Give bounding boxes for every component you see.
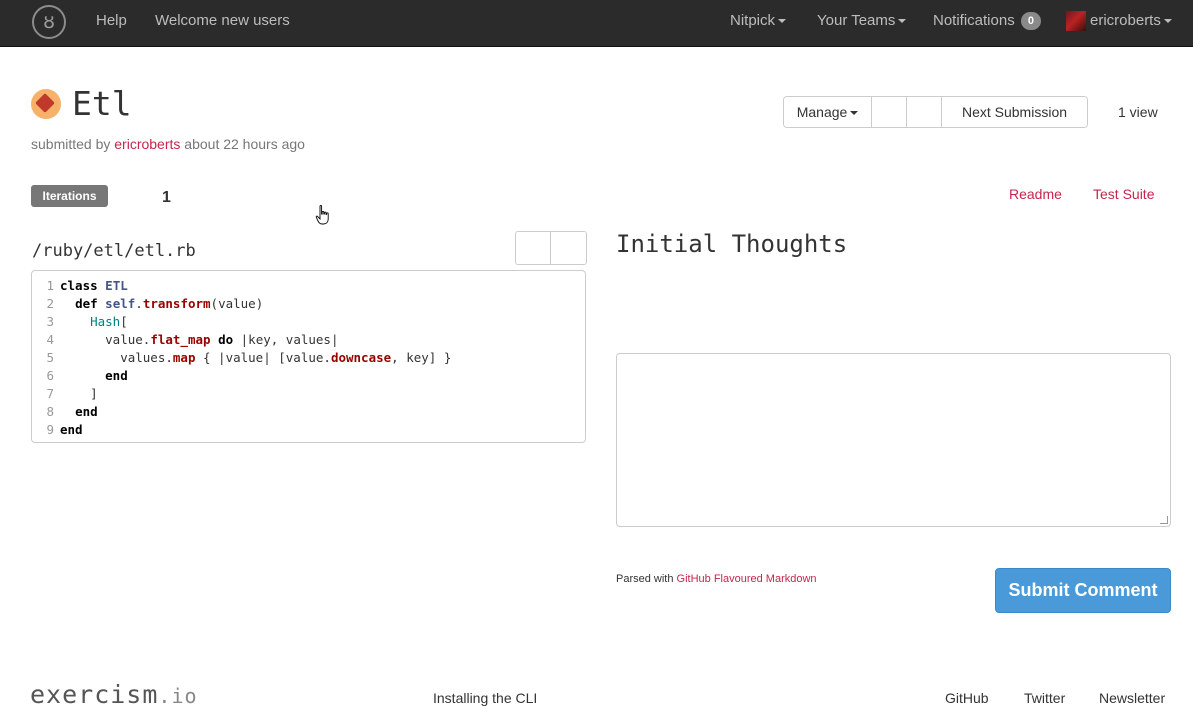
- chevron-down-icon: [898, 19, 907, 24]
- footer-newsletter-link[interactable]: Newsletter: [1099, 690, 1165, 706]
- nav-welcome-link[interactable]: Welcome new users: [155, 12, 290, 29]
- manage-label: Manage: [796, 104, 848, 120]
- page-title: Etl: [72, 84, 132, 123]
- iteration-1-link[interactable]: 1: [162, 189, 171, 207]
- nav-username: ericroberts: [1090, 12, 1161, 29]
- submitted-by-prefix: submitted by: [31, 136, 111, 152]
- mute-button[interactable]: [907, 97, 942, 127]
- installing-cli-link[interactable]: Installing the CLI: [433, 690, 537, 706]
- code-line-6: 6 end: [46, 368, 128, 383]
- footer-logo-suffix: .io: [158, 684, 198, 708]
- code-line-8: 8 end: [46, 404, 98, 419]
- file-path: /ruby/etl/etl.rb: [32, 241, 196, 261]
- nav-help-link[interactable]: Help: [96, 12, 127, 29]
- code-line-7: 7 ]: [46, 386, 98, 401]
- hand-pointer-icon: [315, 205, 329, 225]
- avatar[interactable]: [1066, 11, 1086, 31]
- manage-button[interactable]: Manage: [784, 97, 872, 127]
- like-button[interactable]: [872, 97, 907, 127]
- markdown-link[interactable]: GitHub Flavoured Markdown: [677, 573, 817, 585]
- test-suite-link[interactable]: Test Suite: [1093, 186, 1154, 202]
- author-link[interactable]: ericroberts: [114, 136, 180, 152]
- notifications-count-badge: 0: [1020, 12, 1041, 30]
- code-view-buttons: [515, 231, 587, 265]
- initial-thoughts-heading: Initial Thoughts: [616, 230, 848, 258]
- code-view-button-1[interactable]: [516, 232, 551, 264]
- nav-nitpick-label: Nitpick: [730, 12, 776, 29]
- code-line-4: 4 value.flat_map do |key, values|: [46, 332, 339, 347]
- code-line-3: 3 Hash[: [46, 314, 128, 329]
- footer-logo-main: exercism: [30, 680, 159, 708]
- resize-handle-icon[interactable]: [1160, 516, 1168, 524]
- chevron-down-icon: [850, 111, 859, 116]
- code-line-9: 9 end: [46, 422, 83, 437]
- ruby-language-icon: [31, 89, 61, 119]
- code-block: 1 class ETL 2 def self.transform(value) 3…: [31, 270, 586, 443]
- next-submission-button[interactable]: Next Submission: [942, 97, 1087, 127]
- comment-textarea[interactable]: [616, 353, 1171, 527]
- code-line-5: 5 values.map { |value| [value.downcase, …: [46, 350, 452, 365]
- nav-notifications-link[interactable]: Notifications 0: [933, 12, 1041, 30]
- top-navbar: ȣ Help Welcome new users Nitpick Your Te…: [0, 0, 1193, 47]
- nav-user-dropdown[interactable]: ericroberts: [1090, 12, 1172, 29]
- code-line-1: 1 class ETL: [46, 278, 128, 293]
- chevron-down-icon: [1163, 19, 1172, 24]
- submission-info: submitted by ericroberts about 22 hours …: [31, 136, 305, 152]
- nav-nitpick-dropdown[interactable]: Nitpick: [730, 12, 787, 29]
- time-ago: about 22 hours ago: [184, 136, 305, 152]
- readme-link[interactable]: Readme: [1009, 186, 1062, 202]
- exercism-logo-icon[interactable]: ȣ: [32, 5, 66, 39]
- markdown-note: Parsed with GitHub Flavoured Markdown: [616, 573, 817, 585]
- footer-logo[interactable]: exercism.io: [30, 680, 198, 708]
- nav-notifications-label: Notifications: [933, 12, 1015, 29]
- chevron-down-icon: [778, 19, 787, 24]
- code-view-button-2[interactable]: [551, 232, 586, 264]
- footer-github-link[interactable]: GitHub: [945, 690, 989, 706]
- submit-comment-button[interactable]: Submit Comment: [995, 568, 1171, 613]
- footer-twitter-link[interactable]: Twitter: [1024, 690, 1065, 706]
- view-count: 1 view: [1118, 104, 1158, 120]
- code-line-2: 2 def self.transform(value): [46, 296, 264, 311]
- submission-actions: Manage Next Submission: [783, 96, 1088, 128]
- logo-glyph: ȣ: [43, 11, 55, 33]
- parsed-prefix: Parsed with: [616, 573, 674, 585]
- nav-your-teams-dropdown[interactable]: Your Teams: [817, 12, 907, 29]
- iterations-badge: Iterations: [31, 185, 108, 207]
- nav-your-teams-label: Your Teams: [817, 12, 896, 29]
